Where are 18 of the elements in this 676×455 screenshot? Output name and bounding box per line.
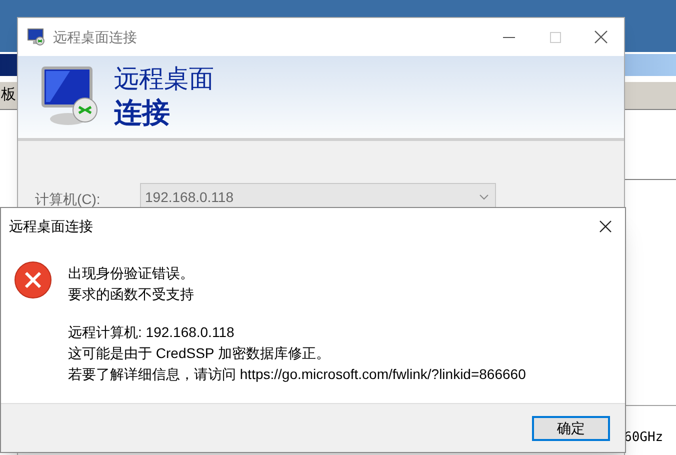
- error-icon: [14, 261, 52, 299]
- detail-text: 这可能是由于 CredSSP 加密数据库修正。: [68, 344, 331, 363]
- window-title: 远程桌面连接: [53, 28, 137, 46]
- dialog-title: 远程桌面连接: [9, 216, 93, 236]
- detail-text: 远程计算机: 192.168.0.118: [68, 323, 236, 342]
- chevron-icon: [479, 194, 489, 200]
- banner-subtitle: 连接: [114, 96, 171, 130]
- ok-button[interactable]: 确定: [532, 416, 610, 440]
- computer-label: 计算机(C):: [35, 190, 102, 209]
- close-icon: [594, 30, 608, 44]
- error-message: 出现身份验证错误。: [68, 264, 195, 283]
- close-icon: [598, 220, 612, 232]
- monitor-icon: [40, 66, 100, 128]
- error-message: 要求的函数不受支持: [68, 285, 195, 304]
- toolbar-text: 板: [0, 85, 16, 106]
- detail-text: 若要了解详细信息，请访问 https://go.microsoft.com/fwlink/?linkid=866660: [68, 365, 526, 384]
- banner-title: 远程桌面: [114, 64, 214, 95]
- monitor-icon: [27, 28, 45, 46]
